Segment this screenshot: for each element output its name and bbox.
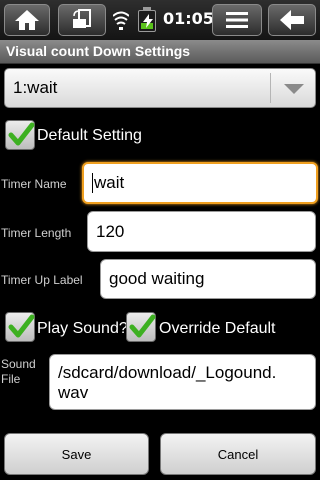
cancel-button[interactable]: Cancel bbox=[160, 433, 316, 475]
checkmark-icon bbox=[8, 122, 35, 146]
wifi-icon bbox=[113, 11, 129, 30]
timer-length-label: Timer Length bbox=[1, 226, 72, 240]
menu-icon bbox=[226, 12, 248, 28]
chevron-down-icon bbox=[284, 84, 304, 94]
clock: 01:05 bbox=[163, 9, 214, 28]
sound-file-label-line1: Sound bbox=[1, 357, 36, 371]
override-default-checkbox[interactable] bbox=[126, 312, 156, 342]
default-setting-checkbox[interactable] bbox=[5, 120, 35, 150]
spinner-selected-value: 1:wait bbox=[13, 78, 58, 97]
home-button[interactable] bbox=[4, 4, 50, 36]
sound-file-value-line2: wav bbox=[58, 383, 89, 402]
menu-button[interactable] bbox=[212, 4, 262, 36]
sound-file-value-line1: /sdcard/download/_Logound. bbox=[58, 363, 277, 382]
timer-name-label: Timer Name bbox=[1, 177, 67, 191]
timer-name-value: wait bbox=[94, 173, 125, 192]
battery-charging-icon bbox=[138, 7, 156, 32]
default-setting-label: Default Setting bbox=[37, 127, 142, 144]
timer-up-label-label: Timer Up Label bbox=[1, 273, 83, 287]
timer-length-input[interactable]: 120 bbox=[87, 211, 316, 252]
override-default-label: Override Default bbox=[159, 320, 276, 337]
back-button[interactable] bbox=[268, 4, 316, 36]
sound-file-label-line2: File bbox=[1, 372, 21, 386]
profile-spinner[interactable]: 1:wait bbox=[4, 68, 316, 108]
title-bar: Visual count Down Settings bbox=[0, 40, 320, 64]
status-bar: 01:05 bbox=[0, 0, 320, 40]
timer-length-value: 120 bbox=[96, 221, 125, 241]
page-title: Visual count Down Settings bbox=[6, 43, 191, 59]
back-arrow-icon bbox=[280, 10, 304, 30]
timer-name-input[interactable]: wait bbox=[82, 162, 318, 204]
play-sound-label: Play Sound? bbox=[37, 320, 128, 337]
checkmark-icon bbox=[129, 314, 156, 338]
timer-up-label-value: good waiting bbox=[109, 269, 205, 288]
checkmark-icon bbox=[8, 314, 35, 338]
sound-file-input[interactable]: /sdcard/download/_Logound. wav bbox=[49, 354, 316, 410]
timer-up-label-input[interactable]: good waiting bbox=[100, 259, 316, 299]
home-icon bbox=[15, 10, 39, 30]
save-button[interactable]: Save bbox=[4, 433, 149, 475]
rotate-screen-button[interactable] bbox=[58, 4, 106, 36]
play-sound-checkbox[interactable] bbox=[5, 312, 35, 342]
screen-rotate-icon bbox=[73, 9, 91, 28]
spinner-divider bbox=[270, 73, 271, 103]
text-cursor bbox=[92, 173, 93, 193]
